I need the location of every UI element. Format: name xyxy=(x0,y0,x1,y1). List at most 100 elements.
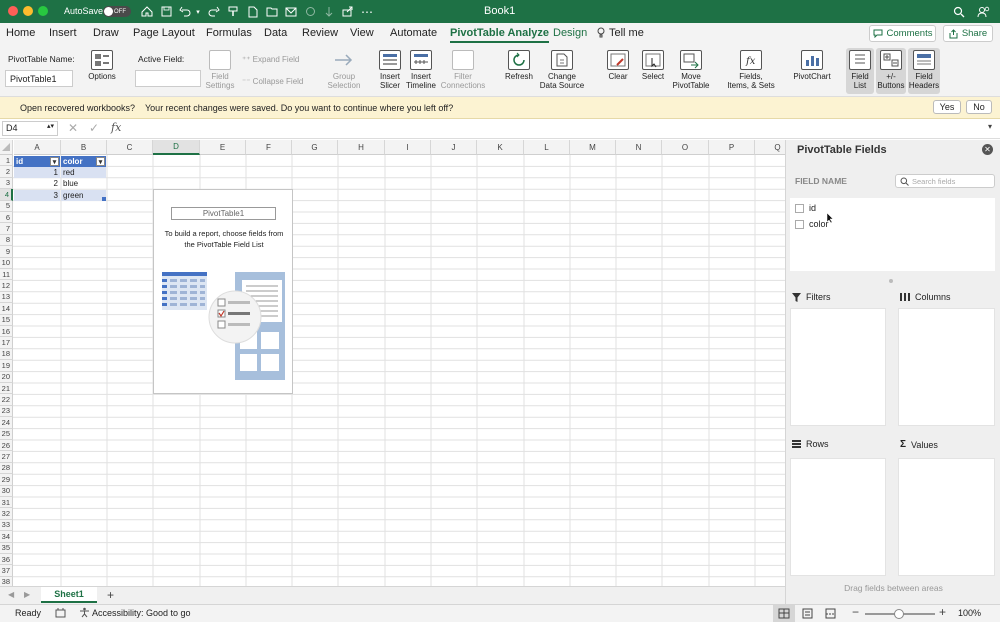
pivottable-placeholder[interactable]: PivotTable1 To build a report, choose fi… xyxy=(153,189,293,394)
tab-home[interactable]: Home xyxy=(6,27,35,39)
normal-view-button[interactable] xyxy=(773,605,795,622)
refresh-all-icon[interactable] xyxy=(303,4,317,19)
search-fields-input[interactable]: Search fields xyxy=(895,174,995,188)
tab-design[interactable]: Design xyxy=(553,27,587,39)
table-cell[interactable]: red xyxy=(61,167,106,178)
column-header-k[interactable]: K xyxy=(477,140,524,155)
scroll-tabs-right-icon[interactable]: ▶ xyxy=(24,590,30,599)
home-icon[interactable] xyxy=(140,4,154,19)
field-checkbox[interactable] xyxy=(795,203,804,213)
zoom-slider-thumb[interactable] xyxy=(894,609,904,619)
pane-splitter-handle-icon[interactable] xyxy=(889,279,893,283)
field-settings-button[interactable]: Field Settings xyxy=(203,50,237,90)
group-selection-button[interactable]: Group Selection xyxy=(325,50,363,90)
row-header-32[interactable]: 32 xyxy=(0,508,13,520)
field-list-button[interactable]: Field List xyxy=(846,48,874,94)
yes-button[interactable]: Yes xyxy=(933,100,961,114)
more-options-icon[interactable]: ⋯ xyxy=(360,4,374,19)
column-header-q[interactable]: Q xyxy=(755,140,785,155)
close-pane-icon[interactable]: ✕ xyxy=(982,144,993,155)
row-header-24[interactable]: 24 xyxy=(0,417,13,429)
row-header-18[interactable]: 18 xyxy=(0,348,13,361)
row-header-29[interactable]: 29 xyxy=(0,474,13,486)
worksheet-grid[interactable]: ABCDEFGHIJKLMNOPQ 1 2 3 4 5 6 7 8 9 10 11 12 13 14 15 1… xyxy=(0,140,785,586)
table-cell[interactable]: 1 xyxy=(14,167,60,178)
row-header-7[interactable]: 7 xyxy=(0,223,13,235)
undo-dropdown-chevron-icon[interactable]: ▾ xyxy=(194,4,202,19)
column-header-i[interactable]: I xyxy=(385,140,431,155)
share-export-icon[interactable] xyxy=(341,4,355,19)
field-headers-button[interactable]: Field Headers xyxy=(908,48,940,94)
select-button[interactable]: Select xyxy=(637,50,669,81)
row-header-17[interactable]: 17 xyxy=(0,337,13,349)
tab-review[interactable]: Review xyxy=(302,27,338,39)
search-icon[interactable] xyxy=(952,4,966,19)
row-header-21[interactable]: 21 xyxy=(0,383,13,395)
insert-function-icon[interactable]: fx xyxy=(111,121,121,134)
save-icon[interactable] xyxy=(159,4,173,19)
row-header-31[interactable]: 31 xyxy=(0,497,13,509)
page-layout-view-icon[interactable] xyxy=(802,608,813,619)
tell-me-box[interactable]: Tell me xyxy=(597,27,644,39)
column-header-m[interactable]: M xyxy=(570,140,616,155)
no-button[interactable]: No xyxy=(966,100,992,114)
table-cell[interactable]: green xyxy=(61,190,106,201)
collapse-field-button[interactable]: ⁻⁻ Collapse Field xyxy=(242,77,303,86)
zoom-level[interactable]: 100% xyxy=(958,608,981,618)
redo-icon[interactable] xyxy=(207,4,221,19)
row-header-19[interactable]: 19 xyxy=(0,360,13,372)
row-header-6[interactable]: 6 xyxy=(0,212,13,224)
email-icon[interactable] xyxy=(284,4,298,19)
row-header-38[interactable]: 38 xyxy=(0,576,13,586)
row-header-8[interactable]: 8 xyxy=(0,234,13,247)
field-checkbox[interactable] xyxy=(795,219,804,229)
row-header-4[interactable]: 4 xyxy=(0,189,13,201)
row-header-33[interactable]: 33 xyxy=(0,519,13,532)
column-header-c[interactable]: C xyxy=(107,140,153,155)
tab-page-layout[interactable]: Page Layout xyxy=(133,27,195,39)
row-header-27[interactable]: 27 xyxy=(0,451,13,463)
options-button[interactable]: Options xyxy=(85,50,119,81)
column-header-n[interactable]: N xyxy=(616,140,662,155)
share-button[interactable]: Share xyxy=(943,25,993,42)
tab-formulas[interactable]: Formulas xyxy=(206,27,252,39)
row-header-15[interactable]: 15 xyxy=(0,314,13,326)
close-window-button[interactable] xyxy=(8,6,18,16)
column-header-e[interactable]: E xyxy=(200,140,246,155)
pivottable-name-input[interactable]: PivotTable1 xyxy=(5,70,73,87)
zoom-in-icon[interactable]: + xyxy=(939,605,946,619)
open-file-icon[interactable] xyxy=(265,4,279,19)
confirm-entry-icon[interactable]: ✓ xyxy=(89,121,99,135)
row-header-1[interactable]: 1 xyxy=(0,155,13,167)
table-header-cell[interactable]: id ▾ xyxy=(14,156,60,167)
values-drop-area[interactable] xyxy=(898,458,995,576)
add-sheet-icon[interactable]: + xyxy=(107,588,114,602)
table-header-cell[interactable]: color ▾ xyxy=(61,156,106,167)
expand-field-button[interactable]: ⁺⁺ Expand Field xyxy=(242,55,299,64)
row-header-23[interactable]: 23 xyxy=(0,405,13,418)
table-resize-handle-icon[interactable] xyxy=(102,197,106,201)
sheet-tab-sheet1[interactable]: Sheet1 xyxy=(41,587,97,603)
row-header-5[interactable]: 5 xyxy=(0,200,13,212)
rows-drop-area[interactable] xyxy=(790,458,886,576)
row-header-34[interactable]: 34 xyxy=(0,531,13,543)
tab-data[interactable]: Data xyxy=(264,27,287,39)
column-header-b[interactable]: B xyxy=(61,140,107,155)
download-icon[interactable] xyxy=(322,4,336,19)
zoom-out-icon[interactable]: − xyxy=(852,605,859,619)
undo-icon[interactable] xyxy=(178,4,192,19)
row-header-30[interactable]: 30 xyxy=(0,485,13,497)
table-cell[interactable]: blue xyxy=(61,178,106,189)
zoom-slider[interactable] xyxy=(865,609,935,619)
row-header-9[interactable]: 9 xyxy=(0,246,13,258)
row-header-35[interactable]: 35 xyxy=(0,542,13,554)
field-item-id[interactable]: id xyxy=(795,203,816,213)
table-cell[interactable]: 2 xyxy=(14,178,60,189)
column-header-g[interactable]: G xyxy=(292,140,338,155)
scroll-tabs-left-icon[interactable]: ◀ xyxy=(8,590,14,599)
row-header-36[interactable]: 36 xyxy=(0,554,13,566)
autosave-toggle[interactable]: OFF xyxy=(103,6,131,17)
column-header-j[interactable]: J xyxy=(431,140,477,155)
tab-draw[interactable]: Draw xyxy=(93,27,119,39)
row-header-11[interactable]: 11 xyxy=(0,269,13,281)
